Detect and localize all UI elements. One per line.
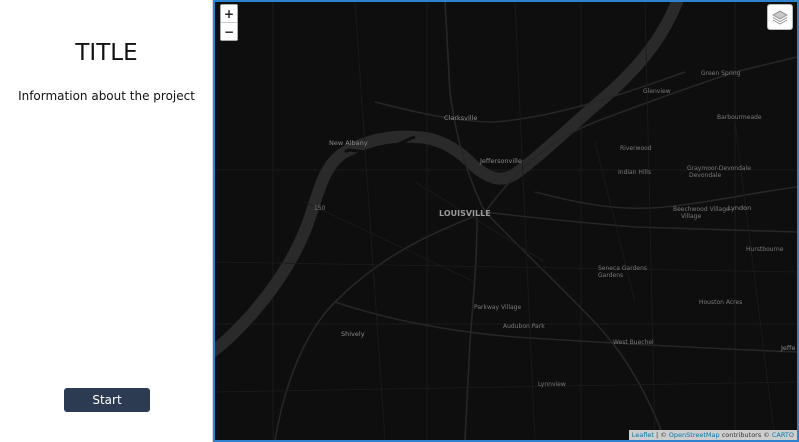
map-label: Barbourmeade <box>717 114 762 121</box>
map-label: Indian Hills <box>618 169 651 176</box>
attribution-contributors: contributors © <box>719 431 772 439</box>
map-label: Jeffersonville <box>479 157 522 165</box>
map-label: Glenview <box>643 88 671 95</box>
project-info: Information about the project <box>18 89 195 103</box>
map-label: Houston Acres <box>699 299 742 306</box>
attribution-sep: | © <box>653 431 669 439</box>
map-label: Jeffe <box>780 344 795 352</box>
map-label: Parkway Village <box>474 304 521 311</box>
map-label: Lynnview <box>538 381 566 388</box>
map-tiles: Green Spring Glenview Barbourmeade Clark… <box>215 2 797 440</box>
carto-link[interactable]: CARTO <box>772 431 794 439</box>
layers-icon-glyph <box>772 10 788 25</box>
map-label: LOUISVILLE <box>439 209 491 218</box>
start-button[interactable]: Start <box>64 388 150 412</box>
map-label: Shively <box>341 330 365 338</box>
map-label: West Buechel <box>613 339 654 346</box>
layers-icon[interactable] <box>767 4 793 30</box>
map-label: Green Spring <box>701 70 741 77</box>
zoom-in-button[interactable]: + <box>221 5 237 22</box>
map-label: Clarksville <box>444 114 477 122</box>
zoom-control: + − <box>220 4 238 41</box>
map-label: Graymoor-Devondale <box>687 165 751 172</box>
map-label: 150 <box>314 205 326 212</box>
map-label: Devondale <box>689 172 721 179</box>
map-attribution: Leaflet | © OpenStreetMap contributors ©… <box>628 430 797 440</box>
map-label: Gardens <box>598 272 623 279</box>
river <box>215 2 683 358</box>
map-label: Beechwood Village <box>673 206 730 213</box>
zoom-out-button[interactable]: − <box>221 23 237 40</box>
sidebar: TITLE Information about the project Star… <box>0 0 213 442</box>
map-label: Lyndon <box>728 204 751 212</box>
page-title: TITLE <box>75 40 138 66</box>
map-label: New Albany <box>329 139 368 147</box>
map[interactable]: Green Spring Glenview Barbourmeade Clark… <box>213 0 799 442</box>
map-label: Village <box>681 213 701 220</box>
map-label: Seneca Gardens <box>598 265 647 272</box>
map-label: Hurstbourne <box>746 246 784 253</box>
leaflet-link[interactable]: Leaflet <box>632 431 654 439</box>
map-label: Riverwood <box>620 145 652 152</box>
map-label: Audubon Park <box>503 323 545 330</box>
osm-link[interactable]: OpenStreetMap <box>669 431 720 439</box>
